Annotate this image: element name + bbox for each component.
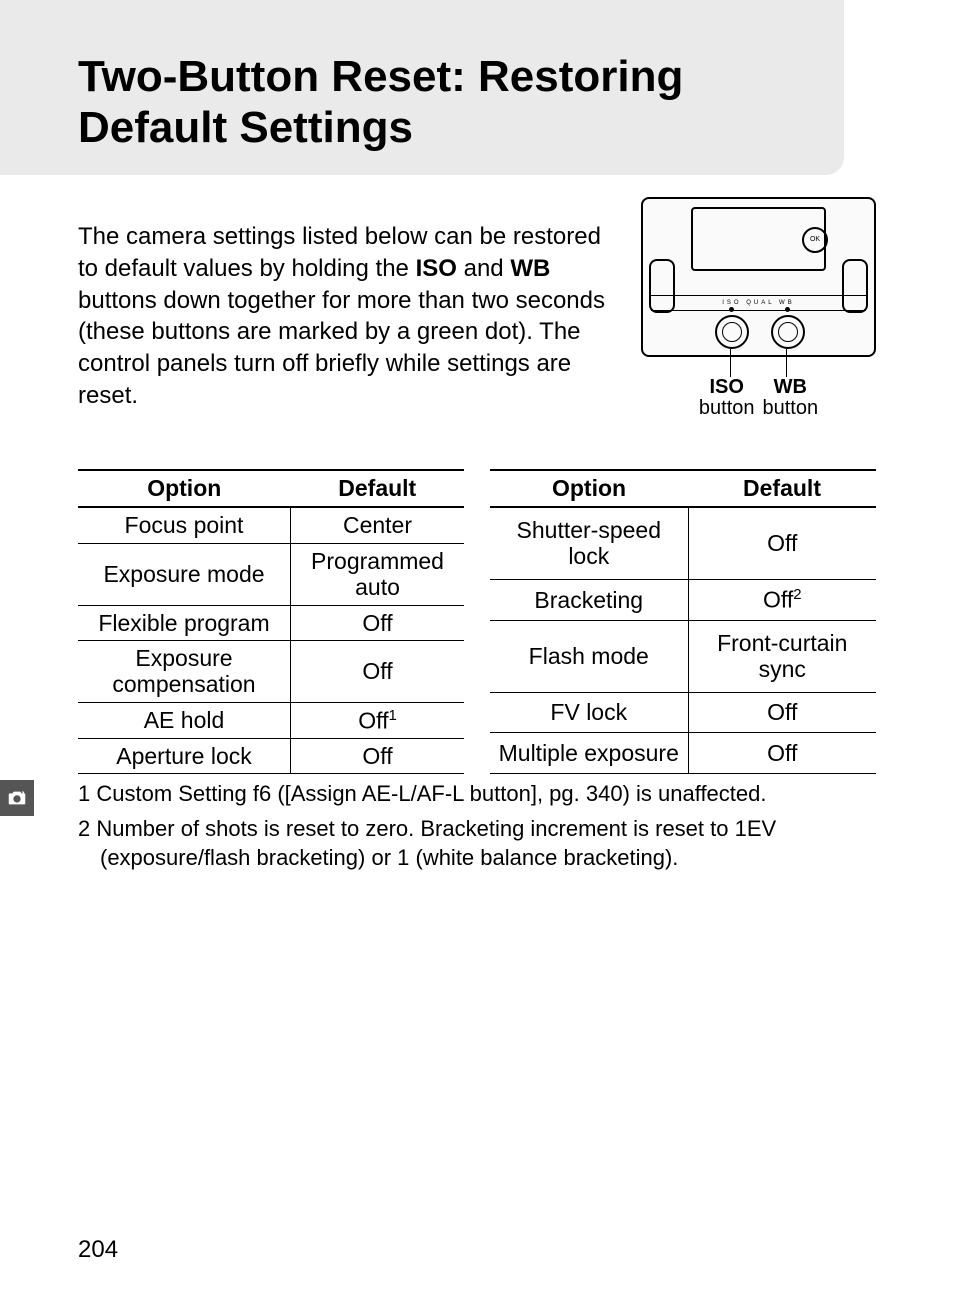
wb-caption: WBbutton: [763, 377, 819, 419]
default-cell: Front-curtain sync: [688, 621, 876, 692]
iso-button-graphic: [715, 315, 749, 349]
table-row: Flexible programOff: [78, 605, 464, 640]
camera-diagram: OK ISO QUAL WB ISObutton WBbutton: [641, 197, 876, 419]
option-cell: Shutter-speed lock: [490, 507, 688, 579]
default-cell: Off: [291, 605, 465, 640]
wb-label-inline: WB: [510, 255, 550, 282]
table-row: AE holdOff1: [78, 702, 464, 738]
table-row: Multiple exposureOff: [490, 733, 876, 774]
option-cell: Flexible program: [78, 605, 291, 640]
table-row: Exposure modeProgrammed auto: [78, 543, 464, 605]
iso-caption-word: button: [699, 397, 755, 419]
intro-text-2: and: [457, 255, 510, 282]
wb-caption-bold: WB: [763, 377, 819, 398]
defaults-table-right: Option Default Shutter-speed lockOffBrac…: [490, 469, 876, 774]
option-cell: Focus point: [78, 507, 291, 543]
camera-tab-icon: [0, 780, 34, 816]
default-cell: Off: [688, 507, 876, 579]
col-default: Default: [688, 470, 876, 507]
option-cell: Multiple exposure: [490, 733, 688, 774]
option-cell: Exposure compensation: [78, 640, 291, 702]
option-cell: AE hold: [78, 702, 291, 738]
iso-caption-bold: ISO: [699, 377, 755, 398]
default-cell: Off2: [688, 579, 876, 621]
option-cell: FV lock: [490, 692, 688, 733]
footnote-1: 1 Custom Setting f6 ([Assign AE-L/AF-L b…: [78, 780, 876, 809]
defaults-table-left: Option Default Focus pointCenterExposure…: [78, 469, 464, 774]
col-option: Option: [490, 470, 688, 507]
table-row: Exposure compensationOff: [78, 640, 464, 702]
intro-text-3: buttons down together for more than two …: [78, 287, 605, 409]
default-cell: Off: [291, 738, 465, 773]
table-row: BracketingOff2: [490, 579, 876, 621]
wb-button-graphic: [771, 315, 805, 349]
table-row: Focus pointCenter: [78, 507, 464, 543]
intro-paragraph: The camera settings listed below can be …: [78, 221, 619, 411]
option-cell: Flash mode: [490, 621, 688, 692]
default-cell: Center: [291, 507, 465, 543]
col-default: Default: [291, 470, 465, 507]
iso-label-inline: ISO: [416, 255, 457, 282]
option-cell: Aperture lock: [78, 738, 291, 773]
wb-caption-word: button: [763, 397, 819, 419]
default-cell: Off: [688, 692, 876, 733]
iso-caption: ISObutton: [699, 377, 755, 419]
table-row: Aperture lockOff: [78, 738, 464, 773]
default-cell: Off1: [291, 702, 465, 738]
page-title: Two-Button Reset: Restoring Default Sett…: [78, 52, 774, 153]
col-option: Option: [78, 470, 291, 507]
footnote-2: 2 Number of shots is reset to zero. Brac…: [78, 815, 876, 872]
table-row: Flash modeFront-curtain sync: [490, 621, 876, 692]
default-cell: Off: [291, 640, 465, 702]
page-number: 204: [78, 1236, 118, 1264]
option-cell: Bracketing: [490, 579, 688, 621]
table-row: Shutter-speed lockOff: [490, 507, 876, 579]
option-cell: Exposure mode: [78, 543, 291, 605]
default-cell: Programmed auto: [291, 543, 465, 605]
table-row: FV lockOff: [490, 692, 876, 733]
default-cell: Off: [688, 733, 876, 774]
